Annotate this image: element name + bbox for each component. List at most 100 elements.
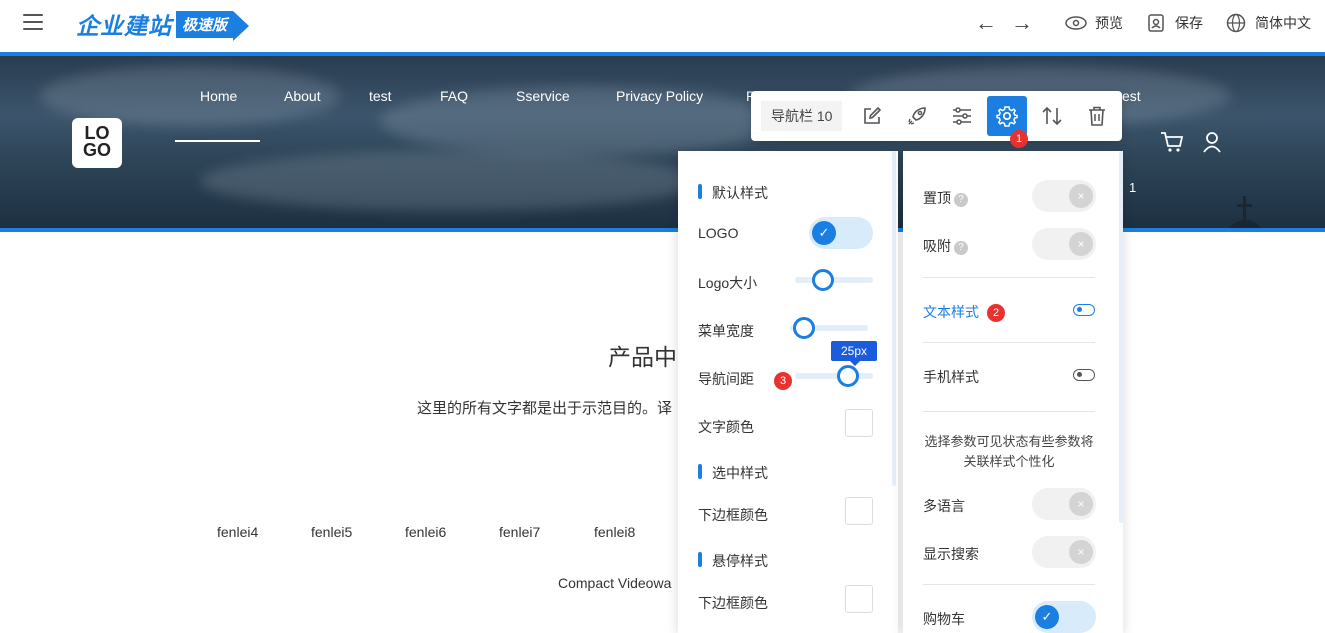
nav-item-test[interactable]: test — [369, 88, 392, 104]
multi-language-label: 多语言 — [923, 498, 965, 514]
animation-button[interactable] — [897, 96, 937, 136]
section-text: 这里的所有文字都是出于示范目的。译 — [417, 400, 673, 417]
nav-spacing-slider-thumb[interactable] — [837, 365, 859, 387]
sort-arrows-icon — [1042, 106, 1062, 126]
logo-toggle[interactable]: ✓ — [809, 217, 873, 249]
logo-size-slider-thumb[interactable] — [811, 269, 834, 291]
site-logo[interactable]: LO GO — [72, 118, 122, 168]
cart-icon[interactable] — [1160, 131, 1184, 159]
category-item[interactable]: fenlei8 — [594, 524, 635, 540]
nav-item-sservice[interactable]: Sservice — [516, 88, 570, 104]
gear-icon — [996, 106, 1018, 127]
settings-note: 选择参数可见状态有些参数将关联样式个性化 — [924, 434, 1094, 469]
save-icon — [1145, 12, 1167, 34]
close-icon: × — [1069, 184, 1093, 208]
help-icon[interactable]: ? — [954, 241, 968, 255]
category-item[interactable]: fenlei7 — [499, 524, 540, 540]
category-item[interactable]: fenlei5 — [311, 524, 352, 540]
show-search-toggle[interactable]: × — [1032, 536, 1096, 568]
banner-bottom-line — [0, 228, 1325, 232]
text-style-toggle-icon[interactable] — [1073, 304, 1095, 316]
text-style-label[interactable]: 文本样式 — [923, 302, 979, 322]
text-color-picker[interactable] — [845, 409, 873, 437]
menu-width-label: 菜单宽度 — [698, 323, 754, 339]
nav-spacing-label: 导航间距 — [698, 371, 754, 387]
close-icon: × — [1069, 232, 1093, 256]
eye-icon — [1065, 12, 1087, 34]
slider-value-tooltip: 25px — [831, 341, 877, 366]
multi-language-toggle[interactable]: × — [1032, 488, 1096, 520]
cart-toggle[interactable]: ✓ — [1032, 601, 1096, 633]
hamburger-menu-icon[interactable] — [23, 14, 43, 30]
logo-size-label: Logo大小 — [698, 275, 758, 291]
close-icon: × — [1069, 492, 1093, 516]
mobile-style-toggle-icon[interactable] — [1073, 369, 1095, 381]
hover-border-color-label: 下边框颜色 — [698, 595, 768, 611]
adjust-button[interactable] — [942, 96, 982, 136]
edit-icon — [864, 106, 882, 124]
logo-label: LOGO — [698, 225, 739, 241]
rocket-icon — [908, 107, 926, 125]
pin-top-toggle[interactable]: × — [1032, 180, 1096, 212]
nav-item-home[interactable]: Home — [200, 88, 237, 104]
logo-size-slider[interactable] — [795, 269, 873, 291]
brand-name: 企业建站 — [76, 13, 172, 39]
hover-border-color-picker[interactable] — [845, 585, 873, 613]
undo-arrow-icon[interactable]: ← — [975, 10, 997, 36]
site-header-banner[interactable] — [0, 56, 1325, 228]
settings-panel-scrollbar[interactable] — [1119, 151, 1123, 523]
sort-button[interactable] — [1032, 96, 1072, 136]
language-selector[interactable]: 简体中文 — [1225, 12, 1311, 34]
nav-spacing-slider[interactable] — [795, 365, 873, 387]
nav-item-faq[interactable]: FAQ — [440, 88, 468, 104]
nav-item-about[interactable]: About — [284, 88, 321, 104]
trash-icon — [1089, 106, 1105, 126]
step-badge-2: 2 — [987, 304, 1005, 322]
brand-edition-tag: 极速版 — [176, 10, 250, 41]
divider — [923, 584, 1095, 585]
logo-line-2: GO — [82, 140, 111, 160]
category-item[interactable]: fenlei4 — [217, 524, 258, 540]
user-icon[interactable] — [1202, 131, 1222, 159]
delete-button[interactable] — [1077, 96, 1117, 136]
selected-style-heading: 选中样式 — [698, 463, 768, 483]
nav-item-privacy-policy[interactable]: Privacy Policy — [616, 88, 703, 104]
step-badge-3: 3 — [774, 372, 792, 390]
divider — [923, 411, 1095, 412]
hover-style-heading: 悬停样式 — [698, 551, 768, 571]
default-style-heading: 默认样式 — [698, 183, 768, 203]
help-icon[interactable]: ? — [954, 193, 968, 207]
attach-label: 吸附? — [923, 236, 968, 256]
selected-border-color-label: 下边框颜色 — [698, 507, 768, 523]
cart-label: 购物车 — [923, 611, 965, 627]
check-icon: ✓ — [812, 221, 836, 245]
element-toolbar: 导航栏 10 1 — [751, 91, 1122, 148]
preview-label: 预览 — [1095, 15, 1123, 31]
selected-border-color-picker[interactable] — [845, 497, 873, 525]
product-name: Compact Videowa — [558, 575, 672, 591]
save-button[interactable]: 保存 — [1145, 12, 1203, 34]
language-label: 简体中文 — [1255, 15, 1311, 31]
style-panel-scrollbar[interactable] — [892, 151, 896, 486]
check-icon: ✓ — [1035, 605, 1059, 629]
mobile-style-label[interactable]: 手机样式 — [923, 367, 979, 387]
pin-top-text: 置顶 — [923, 190, 951, 206]
category-item[interactable]: fenlei6 — [405, 524, 446, 540]
menu-width-slider-thumb[interactable] — [792, 317, 815, 339]
nav-item-partial-end[interactable]: est — [1122, 88, 1141, 104]
church-silhouette — [1215, 196, 1275, 228]
attach-text: 吸附 — [923, 238, 951, 254]
brand-logo: 企业建站 极速版 — [76, 8, 250, 41]
attach-toggle[interactable]: × — [1032, 228, 1096, 260]
close-icon: × — [1069, 540, 1093, 564]
menu-width-slider[interactable] — [790, 317, 868, 339]
redo-arrow-icon[interactable]: → — [1011, 10, 1033, 36]
top-actions: ← → 预览 保存 简体中文 — [961, 10, 1311, 36]
preview-button[interactable]: 预览 — [1065, 12, 1123, 34]
nav-active-underline — [175, 140, 260, 142]
text-color-label: 文字颜色 — [698, 419, 754, 435]
style-panel: 默认样式 LOGO ✓ Logo大小 菜单宽度 导航间距 3 文字颜色 选中样式… — [678, 151, 898, 633]
edit-button[interactable] — [852, 96, 892, 136]
pin-top-label: 置顶? — [923, 188, 968, 208]
globe-icon — [1225, 12, 1247, 34]
